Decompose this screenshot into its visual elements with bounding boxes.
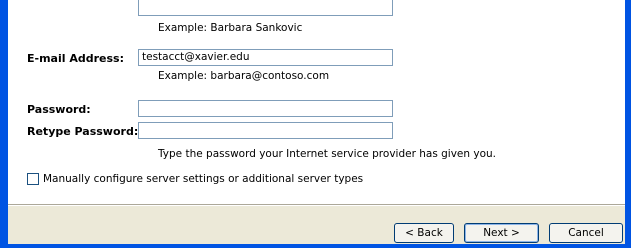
retype-password-input[interactable] [138, 122, 393, 139]
cancel-button[interactable]: Cancel [549, 223, 623, 243]
window-border-right [625, 0, 631, 248]
manual-config-option[interactable]: Manually configure server settings or ad… [27, 173, 363, 185]
account-setup-dialog: Example: Barbara Sankovic E-mail Address… [0, 0, 631, 248]
manual-config-checkbox[interactable] [27, 173, 39, 185]
retype-password-label: Retype Password: [27, 125, 139, 138]
back-button[interactable]: < Back [394, 223, 454, 243]
password-label: Password: [27, 103, 91, 116]
password-hint: Type the password your Internet service … [158, 148, 496, 160]
window-border-bottom [0, 244, 631, 248]
manual-config-label: Manually configure server settings or ad… [43, 173, 364, 185]
password-input[interactable] [138, 100, 393, 117]
window-border-left [0, 0, 8, 248]
email-label: E-mail Address: [27, 52, 124, 65]
email-input[interactable]: testacct@xavier.edu [138, 49, 393, 66]
email-hint: Example: barbara@contoso.com [158, 70, 330, 82]
next-button[interactable]: Next > [464, 223, 539, 243]
your-name-hint: Example: Barbara Sankovic [158, 22, 303, 34]
your-name-input[interactable] [138, 0, 393, 16]
